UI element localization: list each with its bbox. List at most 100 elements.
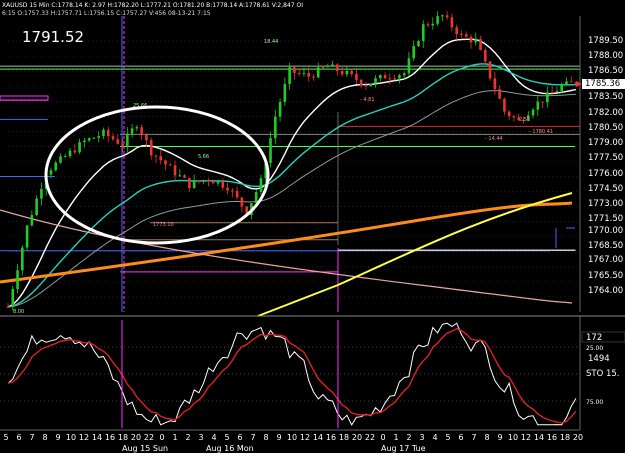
price-tick-label: 1770.00 <box>588 226 623 236</box>
time-tick-label: 10 <box>66 433 76 442</box>
candle-body <box>164 160 167 165</box>
candle-body <box>312 76 315 78</box>
candle-body <box>49 170 53 175</box>
candle-body <box>54 162 58 171</box>
candle-body <box>192 180 196 188</box>
price-tick-label: 1779.00 <box>588 138 623 148</box>
candle-body <box>140 127 143 136</box>
time-tick-label: 16 <box>547 433 557 442</box>
price-tick-label: 1768.50 <box>588 241 623 251</box>
candle-body <box>302 72 306 74</box>
candle-body <box>168 164 172 166</box>
candle-body <box>469 36 473 43</box>
candle-body <box>531 109 535 116</box>
time-tick-label: 18 <box>118 433 128 442</box>
time-tick-label: 10 <box>508 433 518 442</box>
stoch-tick-label: 25.00 <box>586 345 603 352</box>
candle-body <box>350 70 353 75</box>
price-tick-label: 1774.50 <box>588 184 623 194</box>
candle-body <box>464 34 468 37</box>
stoch-tick-label: STO 15. <box>586 369 620 379</box>
candle-body <box>59 156 62 163</box>
candle-body <box>216 181 220 184</box>
candle-body <box>507 111 511 117</box>
candle-body <box>240 197 244 207</box>
candle-body <box>97 136 100 138</box>
candle-body <box>493 78 497 90</box>
price-tick-label: 1773.00 <box>588 199 623 209</box>
candle-body <box>6 306 10 308</box>
time-tick-label: 20 <box>352 433 362 442</box>
candle-body <box>197 180 201 182</box>
time-tick-label: 6 <box>237 433 242 442</box>
time-tick-label: 14 <box>534 433 544 442</box>
candle-body <box>293 67 296 73</box>
candle-body <box>369 83 373 87</box>
time-tick-label: 8 <box>42 433 47 442</box>
time-tick-label: 10 <box>287 433 297 442</box>
price-tick-label: 1783.50 <box>588 92 623 102</box>
candle-body <box>283 83 287 102</box>
big-price-label: 1791.52 <box>22 28 84 46</box>
candle-body <box>379 74 382 79</box>
candle-body <box>154 155 158 157</box>
candle-body <box>21 247 24 271</box>
candle-body <box>445 15 449 18</box>
annotation-label: 18.44 <box>264 39 278 45</box>
trading-chart[interactable]: 25.6618.445.66- 4.81- 14.442.52- 1780.41… <box>0 0 625 453</box>
price-tick-label: 1780.50 <box>588 123 623 133</box>
candle-body <box>288 67 291 84</box>
candle-body <box>68 150 72 157</box>
price-tick-label: 1764.00 <box>588 286 623 296</box>
candle-body <box>202 180 205 182</box>
time-tick-label: 8 <box>484 433 489 442</box>
candle-body <box>421 24 425 42</box>
candle-body <box>321 67 325 69</box>
candle-body <box>30 215 34 226</box>
time-tick-label: 22 <box>144 433 154 442</box>
candle-body <box>126 133 129 147</box>
annotation-label: 8.00 <box>13 309 24 315</box>
stoch-tick-label: 1494 <box>588 354 610 364</box>
candle-body <box>417 41 420 47</box>
candle-body <box>73 150 77 153</box>
candle-body <box>63 156 67 158</box>
time-tick-label: 14 <box>313 433 323 442</box>
candle-body <box>555 91 559 93</box>
candle-body <box>92 137 96 139</box>
candle-body <box>106 129 110 137</box>
price-tick-label: 1789.50 <box>588 36 623 46</box>
candle-body <box>278 101 282 117</box>
time-tick-label: 4 <box>432 433 437 442</box>
candle-body <box>40 188 43 199</box>
candle-body <box>102 129 105 137</box>
candle-body <box>207 180 210 182</box>
time-tick-label: 22 <box>365 433 375 442</box>
candle-body <box>87 138 91 141</box>
time-tick-label: 5 <box>224 433 229 442</box>
candle-body <box>383 74 387 79</box>
annotation-label: 5.66 <box>198 154 209 160</box>
candle-body <box>11 288 15 308</box>
price-tick-label: 1782.00 <box>588 108 623 118</box>
candle-body <box>407 58 411 74</box>
candle-body <box>546 92 549 103</box>
time-tick-label: 6 <box>16 433 21 442</box>
time-tick-label: 9 <box>276 433 281 442</box>
candle-body <box>436 16 439 24</box>
candle-body <box>259 178 263 193</box>
candle-body <box>450 17 454 28</box>
candle-body <box>569 81 573 83</box>
candle-body <box>273 116 277 139</box>
current-price-label: 1785.36 <box>585 79 620 89</box>
candle-body <box>359 79 363 86</box>
price-tick-label: 1788.00 <box>588 51 623 61</box>
stoch-tick-label: 75.00 <box>586 399 603 406</box>
time-tick-label: 12 <box>79 433 89 442</box>
candle-body <box>374 78 377 84</box>
candle-body <box>498 89 501 99</box>
candle-body <box>211 180 215 184</box>
candle-body <box>398 75 401 79</box>
time-tick-label: 20 <box>131 433 141 442</box>
header-line2: 6:15 O:1757.33 H:1757.71 L:1756.15 C:175… <box>2 10 211 17</box>
